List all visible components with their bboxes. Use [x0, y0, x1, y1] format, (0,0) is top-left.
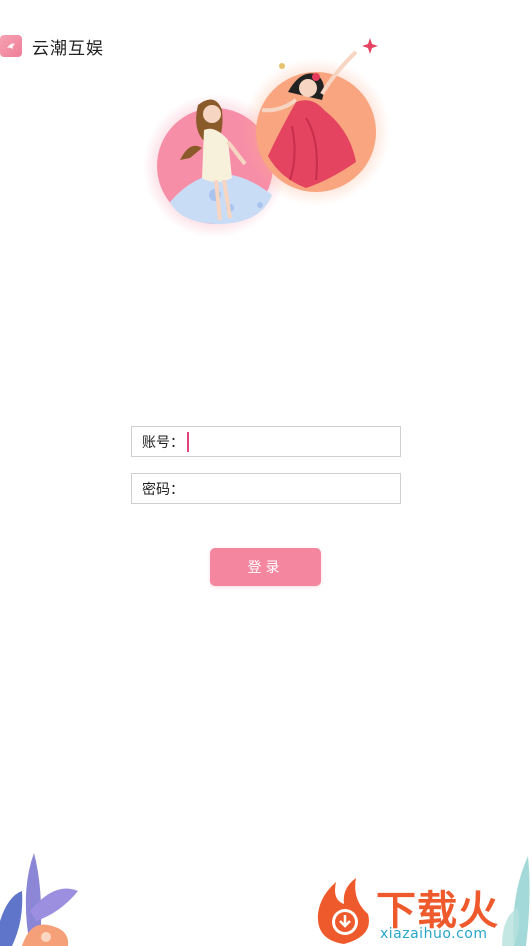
- app-header: 云潮互娱: [0, 33, 104, 59]
- leaf-decoration-left: [0, 851, 90, 946]
- account-label: 账号：: [142, 434, 184, 451]
- password-field[interactable]: 密码：: [131, 473, 401, 504]
- login-button[interactable]: 登录: [210, 548, 321, 586]
- watermark: 下载火 xiazaihuo.com: [312, 874, 532, 946]
- login-screen: 云潮互娱 账号： 密码： 登录 下载火 xiazaihuo.com: [0, 0, 532, 946]
- account-input[interactable]: [189, 427, 400, 456]
- watermark-url: xiazaihuo.com: [380, 926, 488, 942]
- password-input[interactable]: [184, 474, 400, 503]
- hero-illustration: [120, 30, 400, 240]
- flame-download-icon: [317, 878, 369, 944]
- account-field[interactable]: 账号：: [131, 426, 401, 457]
- password-label: 密码：: [142, 481, 184, 498]
- app-title: 云潮互娱: [32, 38, 104, 59]
- app-logo-icon: [0, 35, 22, 57]
